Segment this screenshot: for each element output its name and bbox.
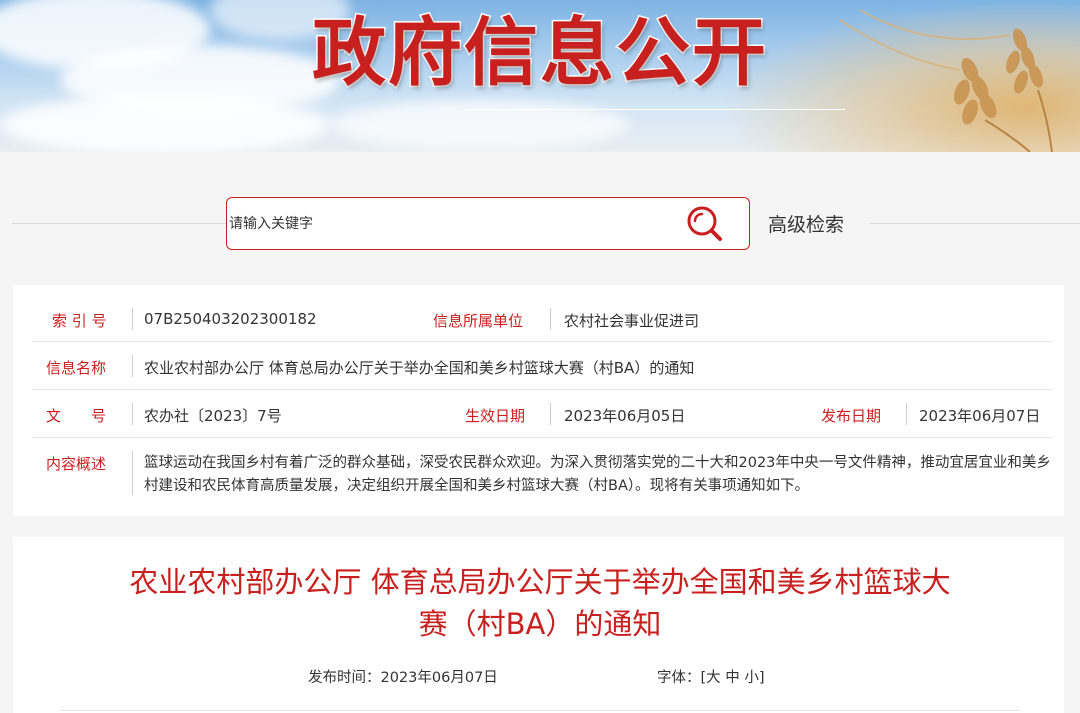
publish-time: 发布时间：2023年06月07日 [308,666,498,687]
doc-number-value: 农办社〔2023〕7号 [144,407,282,425]
separator [132,355,133,377]
font-bracket: ] [758,670,765,686]
wheat-illustration [839,9,1053,152]
publish-date-label: 发布日期 [821,407,882,425]
divider [12,223,226,224]
article-title-line: 农业农村部办公厅 体育总局办公厅关于举办全国和美乡村篮球大 [129,565,951,599]
unit-value: 农村社会事业促进司 [564,312,700,330]
index-value: 07B250403202300182 [144,310,317,328]
row-divider [32,389,1052,390]
search-icon [687,206,722,241]
separator [132,451,133,495]
publish-date-value: 2023年06月07日 [919,407,1041,425]
font-small-button[interactable]: 小 [744,670,759,686]
banner-divider [465,109,845,110]
info-name-value: 农业农村部办公厅 体育总局办公厅关于举办全国和美乡村篮球大赛（村BA）的通知 [144,359,695,377]
row-divider [32,341,1052,342]
unit-label: 信息所属单位 [433,312,524,330]
advanced-search-link[interactable]: 高级检索 [768,210,844,237]
publish-time-value: 2023年06月07日 [380,670,498,686]
summary-label: 内容概述 [46,455,107,473]
index-label: 索 引 号 [52,312,107,330]
separator [550,308,551,330]
search-input[interactable] [227,198,667,249]
search-button[interactable] [684,203,726,243]
article-title-line: 赛（村BA）的通知 [418,607,662,641]
info-name-label: 信息名称 [46,359,107,377]
row-divider [32,437,1052,438]
divider [870,223,1080,224]
cloud-decoration [0,95,330,152]
font-size-label: 字体： [657,670,701,686]
effective-date-value: 2023年06月05日 [564,407,686,425]
separator [132,308,133,330]
effective-date-label: 生效日期 [465,407,526,425]
cloud-decoration [330,100,630,150]
font-large-button[interactable]: 大 [706,670,721,686]
summary-text: 篮球运动在我国乡村有着广泛的群众基础，深受农民群众欢迎。为深入贯彻落实党的二十大… [144,455,1051,494]
separator [550,403,551,425]
font-size-control: 字体：[大 中 小] [657,666,765,687]
publish-time-label: 发布时间： [308,670,381,686]
separator [906,403,907,425]
separator [132,403,133,425]
doc-number-label: 文 号 [46,407,107,425]
article-title: 农业农村部办公厅 体育总局办公厅关于举办全国和美乡村篮球大 赛（村BA）的通知 [70,561,1010,645]
search-box [226,197,750,250]
banner-title: 政府信息公开 [311,9,768,98]
font-medium-button[interactable]: 中 [725,670,740,686]
banner: 政府信息公开 [0,0,1080,152]
divider [60,710,1020,711]
